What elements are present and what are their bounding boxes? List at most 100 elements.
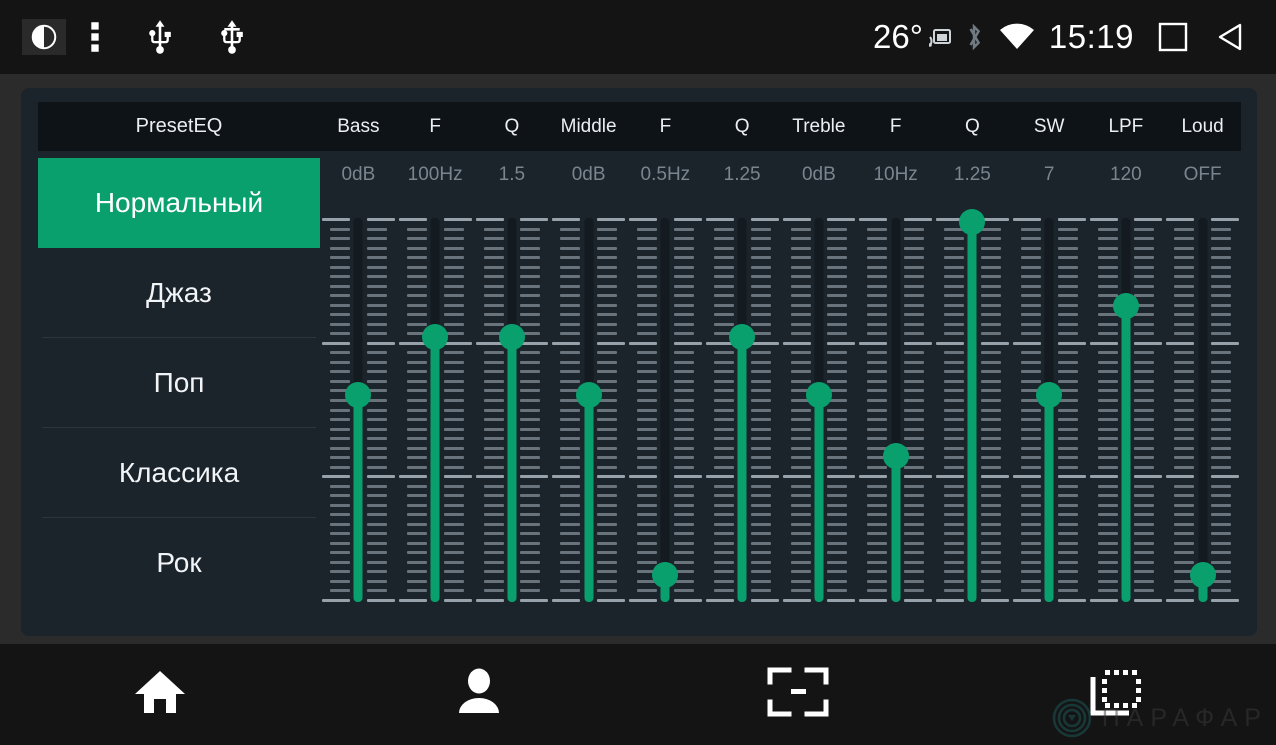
slider-tick [750,475,779,479]
slider-tick [1057,351,1078,355]
slider-tick [1020,332,1041,336]
slider-tick [944,484,964,488]
slider-tick [330,437,350,441]
slider-tick [366,313,387,317]
slider-thumb[interactable] [575,381,602,408]
slider-f-7[interactable] [857,200,934,620]
preset-list[interactable]: Нормальный Джаз Поп Классика Рок [38,158,320,620]
preset-item[interactable]: Рок [38,518,320,608]
slider-tick [483,360,504,364]
slider-tick [944,275,964,279]
preset-item[interactable]: Поп [38,338,320,428]
slider-tick [1020,256,1041,260]
slider-group[interactable] [320,200,1241,620]
slider-tick [483,303,504,307]
slider-tick [790,313,811,317]
slider-q-5[interactable] [704,200,781,620]
header-preset-label: PresetEQ [135,115,223,137]
preset-item[interactable]: Нормальный [38,158,320,248]
slider-sw-9[interactable] [1011,200,1088,620]
slider-tick-scale [859,218,888,602]
slider-middle-3[interactable] [550,200,627,620]
slider-tick [750,532,771,536]
slider-treble-6[interactable] [781,200,858,620]
slider-tick [1134,294,1155,298]
slider-thumb[interactable] [422,324,449,351]
slider-thumb[interactable] [1112,293,1139,320]
slider-tick [867,579,888,583]
slider-tick [750,256,771,260]
slider-tick [406,360,427,364]
slider-tick [1057,503,1078,507]
slider-tick [560,408,581,412]
slider-q-2[interactable] [474,200,551,620]
square-recents-icon[interactable] [1144,22,1202,52]
slider-tick [904,341,932,345]
slider-track[interactable] [660,218,670,602]
slider-tick-scale [1012,218,1041,602]
slider-tick [1134,484,1155,488]
slider-tick [406,494,427,498]
slider-tick [1097,418,1118,422]
slider-tick [637,532,657,536]
slider-thumb[interactable] [1036,381,1063,408]
slider-thumb[interactable] [805,381,832,408]
back-triangle-icon[interactable] [1202,21,1258,53]
slider-tick [750,389,771,393]
slider-tick [1057,551,1078,555]
slider-tick [944,265,964,269]
slider-bass-0[interactable] [320,200,397,620]
slider-loud-11[interactable] [1164,200,1241,620]
slider-lpf-10[interactable] [1088,200,1165,620]
slider-q-8[interactable] [934,200,1011,620]
slider-tick [520,237,541,241]
slider-tick [750,237,771,241]
slider-tick [637,408,657,412]
slider-tick [406,437,427,441]
slider-tick [1057,341,1086,345]
preset-item[interactable]: Классика [38,428,320,518]
slider-tick [366,599,395,602]
slider-tick [944,322,964,326]
status-bar-left-icons [0,19,268,55]
slider-thumb[interactable] [345,381,372,408]
slider-tick [1134,475,1163,479]
slider-tick [637,284,657,288]
slider-tick-scale [597,218,625,602]
slider-tick [560,456,581,460]
slider-f-4[interactable] [627,200,704,620]
slider-tick [827,475,856,479]
slider-tick [443,408,464,412]
slider-tick [637,246,657,250]
slider-tick [443,341,472,345]
value-label: 7 [1043,164,1055,185]
slider-tick [867,532,888,536]
slider-thumb[interactable] [1189,562,1216,589]
target-logo-icon [1050,694,1094,743]
slider-tick [980,237,1001,241]
slider-thumb[interactable] [498,324,525,351]
home-button[interactable] [0,667,319,722]
user-button[interactable] [319,667,638,722]
slider-tick [597,351,617,355]
preset-item[interactable]: Джаз [38,248,320,338]
slider-thumb[interactable] [729,324,756,351]
slider-tick-scale [1211,218,1239,602]
slider-thumb[interactable] [882,443,909,470]
wifi-icon [991,23,1043,51]
slider-tick [330,503,350,507]
slider-tick-scale [1057,218,1086,602]
slider-tick [443,522,464,526]
slider-tick [904,475,932,479]
slider-tick [827,227,848,231]
slider-tick [944,465,964,469]
slider-track[interactable] [1198,218,1208,602]
more-vert-icon[interactable] [66,21,124,53]
minimize-button[interactable] [638,667,957,722]
slider-tick [1211,284,1231,288]
slider-tick [552,218,581,221]
slider-tick [560,579,581,583]
slider-tick [1134,379,1155,383]
slider-tick [827,332,848,336]
slider-f-1[interactable] [397,200,474,620]
